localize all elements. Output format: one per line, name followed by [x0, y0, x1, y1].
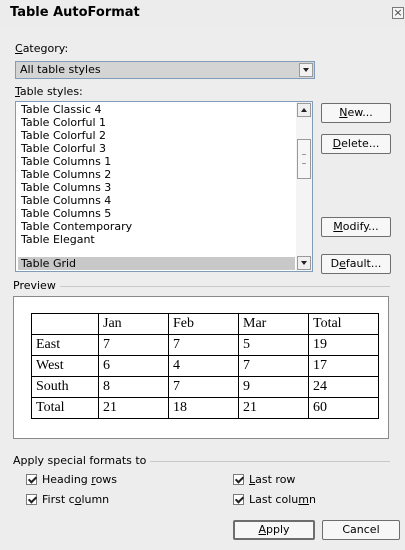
table-row: South 8 7 9 24 — [31, 376, 379, 398]
table-cell: 24 — [308, 376, 379, 398]
table-cell: 7 — [238, 355, 309, 377]
list-item[interactable]: Table Colorful 2 — [18, 129, 295, 142]
table-cell: East — [31, 334, 99, 356]
table-cell: 7 — [98, 334, 169, 356]
table-autoformat-dialog: Table AutoFormat × Category: All table s… — [0, 0, 405, 550]
table-styles-label: Table styles: — [15, 85, 83, 98]
table-styles-list[interactable]: Table Classic 4 Table Colorful 1 Table C… — [15, 101, 313, 272]
preview-label: Preview — [13, 279, 56, 292]
apply-button[interactable]: Apply — [233, 520, 315, 540]
table-cell: Jan — [98, 313, 169, 335]
list-item[interactable]: Table Colorful 3 — [18, 142, 295, 155]
modify-button[interactable]: Modify... — [321, 217, 391, 237]
list-item[interactable]: Table Classic 4 — [18, 103, 295, 116]
last-row-checkbox[interactable] — [233, 474, 244, 485]
table-cell: Feb — [168, 313, 239, 335]
new-button[interactable]: New... — [321, 103, 391, 123]
category-label: Category: — [15, 42, 69, 55]
list-item[interactable]: Table Columns 4 — [18, 194, 295, 207]
category-dropdown[interactable]: All table styles — [15, 61, 315, 79]
table-row: East 7 7 5 19 — [31, 334, 379, 356]
table-cell: Total — [31, 397, 99, 419]
first-column-label[interactable]: First column — [42, 493, 109, 506]
list-scrollbar[interactable] — [296, 102, 312, 271]
table-row: West 6 4 7 17 — [31, 355, 379, 377]
list-item[interactable]: Table Elegant — [18, 233, 295, 246]
preview-table: Jan Feb Mar Total East 7 7 5 19 West 6 4… — [31, 313, 379, 419]
list-item[interactable]: Table Columns 2 — [18, 168, 295, 181]
table-cell: South — [31, 376, 99, 398]
dialog-title: Table AutoFormat — [10, 5, 140, 20]
table-row: Total 21 18 21 60 — [31, 397, 379, 419]
list-item[interactable]: Table Contemporary — [18, 220, 295, 233]
heading-rows-label[interactable]: Heading rows — [42, 473, 117, 486]
table-cell: 18 — [168, 397, 239, 419]
table-cell: 21 — [98, 397, 169, 419]
table-cell: 7 — [168, 376, 239, 398]
list-item[interactable]: Table Colorful 1 — [18, 116, 295, 129]
table-cell: 9 — [238, 376, 309, 398]
scroll-up-icon[interactable] — [297, 103, 311, 117]
table-cell: Mar — [238, 313, 309, 335]
list-item[interactable]: Table Columns 3 — [18, 181, 295, 194]
delete-button[interactable]: Delete... — [321, 134, 391, 154]
list-item[interactable]: Table Columns 5 — [18, 207, 295, 220]
first-column-checkbox[interactable] — [26, 494, 37, 505]
special-formats-divider — [150, 461, 390, 462]
table-cell: 21 — [238, 397, 309, 419]
table-cell: Total — [308, 313, 379, 335]
title-bar[interactable]: Table AutoFormat × — [0, 0, 405, 26]
preview-divider — [60, 286, 390, 287]
scroll-down-icon[interactable] — [297, 256, 311, 270]
close-icon[interactable]: × — [392, 7, 404, 19]
list-item-selected[interactable]: Table Grid — [18, 257, 295, 270]
table-cell: 5 — [238, 334, 309, 356]
heading-rows-checkbox[interactable] — [26, 474, 37, 485]
table-cell: 8 — [98, 376, 169, 398]
default-button[interactable]: Default... — [321, 254, 391, 274]
table-cell: 4 — [168, 355, 239, 377]
cancel-button[interactable]: Cancel — [322, 520, 400, 540]
preview-area: Jan Feb Mar Total East 7 7 5 19 West 6 4… — [13, 296, 389, 439]
last-column-checkbox[interactable] — [233, 494, 244, 505]
last-row-label[interactable]: Last row — [249, 473, 295, 486]
table-cell: 17 — [308, 355, 379, 377]
table-cell: 19 — [308, 334, 379, 356]
table-row: Jan Feb Mar Total — [31, 313, 379, 335]
last-column-label[interactable]: Last column — [249, 493, 316, 506]
list-item[interactable]: Table Columns 1 — [18, 155, 295, 168]
table-cell — [31, 313, 99, 335]
special-formats-label: Apply special formats to — [13, 454, 147, 467]
table-cell: West — [31, 355, 99, 377]
table-cell: 60 — [308, 397, 379, 419]
table-cell: 7 — [168, 334, 239, 356]
table-cell: 6 — [98, 355, 169, 377]
chevron-down-icon[interactable] — [299, 63, 313, 77]
scroll-thumb[interactable] — [297, 139, 311, 179]
category-value: All table styles — [20, 63, 101, 76]
